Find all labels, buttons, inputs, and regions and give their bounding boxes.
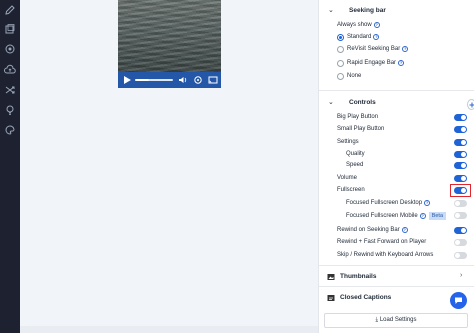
help-icon[interactable]: ? <box>419 213 426 219</box>
help-icon[interactable]: ? <box>424 200 431 206</box>
toggle-switch[interactable] <box>454 252 467 259</box>
option-label: ReVisit Seeking Bar <box>347 46 401 52</box>
control-row-fullscreen: Fullscreen <box>319 184 474 197</box>
chevron-down-icon: ⌄ <box>328 7 334 14</box>
always-show-row: Always show? <box>319 20 474 32</box>
beta-badge: Beta <box>428 212 447 220</box>
video-frame <box>118 0 221 72</box>
preview-canvas <box>20 0 318 333</box>
radio-option-revisit[interactable]: ReVisit Seeking Bar? <box>319 44 474 56</box>
section-title: Closed Captions <box>340 294 392 301</box>
palette-icon[interactable] <box>4 124 16 136</box>
always-show-label: Always show <box>337 22 372 28</box>
toggle-switch[interactable] <box>454 239 467 246</box>
section-title: Thumbnails <box>340 273 377 280</box>
toggle-switch[interactable] <box>454 187 467 194</box>
load-settings-label: Load Settings <box>379 317 417 323</box>
control-label: Settings <box>337 139 359 145</box>
control-label: Small Play Button <box>337 126 385 132</box>
seeking-bar-section-header[interactable]: ⌄ Seeking bar <box>319 5 474 17</box>
expand-icon <box>469 102 474 108</box>
toggle-switch[interactable] <box>454 162 467 169</box>
edit-icon[interactable] <box>4 4 16 16</box>
chevron-down-icon: ⌄ <box>328 99 334 106</box>
control-label: Focused Fullscreen Desktop <box>346 200 423 206</box>
player-control-bar <box>118 72 221 88</box>
radio-option-none[interactable]: None <box>319 71 474 83</box>
control-row-settings: Settings <box>319 137 474 149</box>
volume-icon[interactable] <box>178 75 188 85</box>
toggle-switch[interactable] <box>454 227 467 234</box>
toggle-switch[interactable] <box>454 200 467 207</box>
control-row-focused-fullscreen-mobile: Focused Fullscreen Mobile? Beta <box>319 210 474 222</box>
control-label: Volume <box>337 175 358 181</box>
option-label: None <box>347 73 362 79</box>
divider <box>319 90 474 91</box>
settings-panel: ⌄ Seeking bar Always show? Standard? ReV… <box>318 0 474 333</box>
control-label: Rewind on Seeking Bar <box>337 227 400 233</box>
option-label: Rapid Engage Bar <box>347 60 397 66</box>
seek-bar[interactable] <box>135 79 173 81</box>
control-label: Focused Fullscreen Mobile <box>346 213 418 219</box>
control-label: Speed <box>346 162 364 168</box>
control-row-focused-fullscreen-desktop: Focused Fullscreen Desktop? <box>319 198 474 210</box>
left-rail <box>0 0 20 333</box>
radio-button[interactable] <box>337 60 344 67</box>
help-icon[interactable]: ? <box>398 60 405 66</box>
toggle-switch[interactable] <box>454 114 467 121</box>
control-row-big-play-button: Big Play Button <box>319 112 474 124</box>
shuffle-icon[interactable] <box>4 84 16 96</box>
divider <box>319 265 474 266</box>
captions-icon <box>327 295 335 301</box>
control-row-small-play-button: Small Play Button <box>319 124 474 136</box>
section-title: Seeking bar <box>349 7 386 14</box>
load-settings-button[interactable]: ⤓ Load Settings <box>324 313 468 328</box>
toggle-switch[interactable] <box>454 175 467 182</box>
control-label: Big Play Button <box>337 114 379 120</box>
play-icon[interactable] <box>122 75 132 85</box>
toggle-switch[interactable] <box>454 151 467 158</box>
layers-icon[interactable] <box>4 23 16 35</box>
controls-section-header[interactable]: ⌄ Controls <box>319 97 474 109</box>
control-row-speed: Speed <box>319 160 474 172</box>
section-title: Controls <box>349 99 376 106</box>
thumbnails-section-header[interactable]: Thumbnails › <box>319 271 474 283</box>
cloud-upload-icon[interactable] <box>4 64 16 76</box>
toggle-switch[interactable] <box>454 212 467 219</box>
help-icon[interactable]: ? <box>402 46 409 52</box>
control-row-keyboard-arrows: Skip / Rewind with Keyboard Arrows <box>319 250 474 262</box>
radio-button[interactable] <box>337 34 344 41</box>
chat-help-button[interactable] <box>450 292 467 309</box>
video-player[interactable] <box>118 0 221 88</box>
radio-option-rapid-engage[interactable]: Rapid Engage Bar? <box>319 58 474 70</box>
toggle-switch[interactable] <box>454 126 467 133</box>
radio-button[interactable] <box>337 46 344 53</box>
control-label: Quality <box>346 151 365 157</box>
option-label: Standard <box>347 34 372 40</box>
bulb-icon[interactable] <box>4 104 16 116</box>
image-icon <box>327 274 335 280</box>
radio-option-standard[interactable]: Standard? <box>319 32 474 44</box>
chevron-right-icon: › <box>460 272 463 279</box>
help-icon[interactable]: ? <box>373 22 380 28</box>
radio-button[interactable] <box>337 73 344 80</box>
control-row-rewind-on-seeking-bar: Rewind on Seeking Bar? <box>319 225 474 237</box>
control-row-rewind-fast-forward: Rewind + Fast Forward on Player <box>319 237 474 249</box>
control-label: Fullscreen <box>337 187 365 193</box>
download-icon: ⤓ <box>375 317 379 323</box>
divider <box>319 286 474 287</box>
settings-cog-icon[interactable] <box>4 43 16 55</box>
canvas-scrollbar[interactable] <box>20 326 318 333</box>
panel-collapse-button[interactable] <box>467 99 474 110</box>
gear-icon[interactable] <box>193 75 203 85</box>
chat-icon <box>455 297 462 304</box>
toggle-switch[interactable] <box>454 139 467 146</box>
cast-icon[interactable] <box>208 75 218 85</box>
help-icon[interactable]: ? <box>373 34 380 40</box>
help-icon[interactable]: ? <box>401 227 408 233</box>
control-label: Skip / Rewind with Keyboard Arrows <box>337 252 434 258</box>
control-label: Rewind + Fast Forward on Player <box>337 239 427 245</box>
